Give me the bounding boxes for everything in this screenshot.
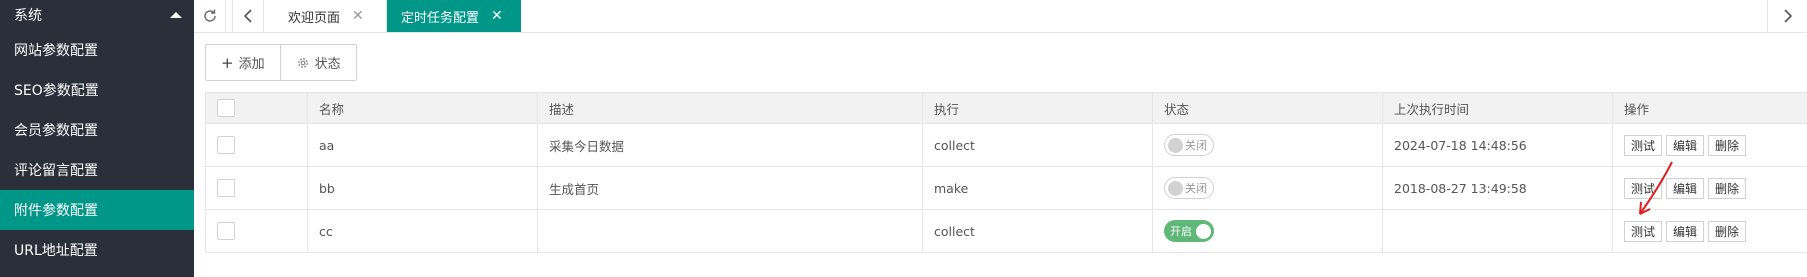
caret-up-icon [170, 12, 182, 18]
toggle-label: 关闭 [1185, 139, 1207, 152]
sidebar-item-url-config[interactable]: URL地址配置 [0, 230, 194, 270]
annotation-arrow-icon [1639, 161, 1673, 215]
status-toggle[interactable]: 关闭 [1164, 177, 1214, 199]
sidebar-section-header[interactable]: 系统 [0, 0, 194, 30]
column-header: 状态 [1153, 93, 1383, 123]
refresh-button[interactable] [194, 0, 226, 32]
toggle-knob [1196, 223, 1211, 239]
sidebar-item-label: 评论留言配置 [14, 163, 98, 179]
row-select-cell [205, 124, 308, 166]
sidebar-section-title: 系统 [14, 8, 42, 24]
sidebar-item-label: 附件参数配置 [14, 203, 98, 219]
toggle-knob [1168, 137, 1183, 153]
test-button[interactable]: 测试 [1624, 134, 1663, 156]
toggle-knob [1168, 180, 1183, 196]
row-checkbox[interactable] [217, 136, 235, 154]
tab-welcome[interactable]: 欢迎页面 ✕ [274, 0, 387, 32]
tab-cron-config[interactable]: 定时任务配置 ✕ [387, 0, 521, 32]
last-run-time: 2024-07-18 14:48:56 [1383, 124, 1613, 166]
add-button[interactable]: + 添加 [206, 45, 280, 80]
tabs-next-button[interactable] [1767, 0, 1807, 32]
status-button-label: 状态 [314, 57, 341, 72]
task-description: 采集今日数据 [538, 124, 923, 166]
table-row: bb 生成首页 make 关闭 2018-08-27 13:49:58 测试 编… [205, 167, 1807, 210]
task-exec: make [923, 167, 1153, 209]
select-all-checkbox[interactable] [217, 99, 235, 117]
column-header: 名称 [308, 93, 538, 123]
sidebar-item-comment-config[interactable]: 评论留言配置 [0, 150, 194, 190]
close-icon[interactable]: ✕ [491, 8, 503, 24]
toolbar: + 添加 状态 [205, 44, 357, 81]
tabs-prev-button[interactable] [232, 0, 264, 32]
sidebar-item-label: 网站参数配置 [14, 43, 98, 59]
task-description: 生成首页 [538, 167, 923, 209]
column-header: 上次执行时间 [1383, 93, 1613, 123]
task-name: bb [308, 167, 538, 209]
gear-icon [297, 57, 308, 68]
sidebar-item-label: SEO参数配置 [14, 83, 99, 99]
select-all-cell [205, 93, 308, 123]
row-select-cell [205, 167, 308, 209]
sidebar-item-label: 会员参数配置 [14, 123, 98, 139]
delete-button[interactable]: 删除 [1708, 177, 1747, 199]
status-button[interactable]: 状态 [279, 45, 356, 80]
task-exec: collect [923, 210, 1153, 252]
column-header: 操作 [1624, 101, 1650, 117]
add-button-label: 添加 [238, 57, 265, 72]
delete-button[interactable]: 删除 [1708, 220, 1747, 242]
status-cell: 关闭 [1153, 124, 1383, 166]
plus-icon: + [221, 53, 234, 72]
row-checkbox[interactable] [217, 179, 235, 197]
column-header: 执行 [923, 93, 1153, 123]
row-checkbox[interactable] [217, 222, 235, 240]
toggle-label: 开启 [1170, 225, 1192, 238]
table-row: cc collect 开启 测试 编辑 删除 [205, 210, 1807, 253]
toggle-label: 关闭 [1185, 182, 1207, 195]
last-run-time [1383, 210, 1613, 252]
edit-button[interactable]: 编辑 [1666, 220, 1705, 242]
tab-label: 欢迎页面 [288, 10, 341, 26]
column-header: 描述 [538, 93, 923, 123]
close-icon[interactable]: ✕ [352, 8, 364, 24]
delete-button[interactable]: 删除 [1708, 134, 1747, 156]
status-cell: 开启 [1153, 210, 1383, 252]
status-cell: 关闭 [1153, 167, 1383, 209]
tab-bar: 欢迎页面 ✕ 定时任务配置 ✕ [194, 0, 1807, 33]
edit-button[interactable]: 编辑 [1666, 134, 1705, 156]
test-button[interactable]: 测试 [1624, 220, 1663, 242]
sidebar-item-site-config[interactable]: 网站参数配置 [0, 30, 194, 70]
row-select-cell [205, 210, 308, 252]
task-name: cc [308, 210, 538, 252]
sidebar-item-label: URL地址配置 [14, 243, 98, 259]
task-table: 名称 描述 执行 状态 上次执行时间 操作 aa 采集今日数据 collect … [205, 92, 1807, 253]
table-header-row: 名称 描述 执行 状态 上次执行时间 操作 [205, 93, 1807, 124]
sidebar-item-member-config[interactable]: 会员参数配置 [0, 110, 194, 150]
table-row: aa 采集今日数据 collect 关闭 2024-07-18 14:48:56… [205, 124, 1807, 167]
sidebar-item-attachment-config[interactable]: 附件参数配置 [0, 190, 194, 230]
sidebar: 系统 网站参数配置 SEO参数配置 会员参数配置 评论留言配置 附件参数配置 U… [0, 0, 194, 277]
task-description [538, 210, 923, 252]
tab-label: 定时任务配置 [401, 10, 480, 26]
chevron-left-icon [243, 9, 252, 23]
task-name: aa [308, 124, 538, 166]
last-run-time: 2018-08-27 13:49:58 [1383, 167, 1613, 209]
status-toggle[interactable]: 关闭 [1164, 134, 1214, 156]
refresh-icon [203, 9, 216, 22]
status-toggle[interactable]: 开启 [1164, 220, 1214, 242]
sidebar-item-seo-config[interactable]: SEO参数配置 [0, 70, 194, 110]
task-exec: collect [923, 124, 1153, 166]
chevron-right-icon [1783, 9, 1792, 23]
